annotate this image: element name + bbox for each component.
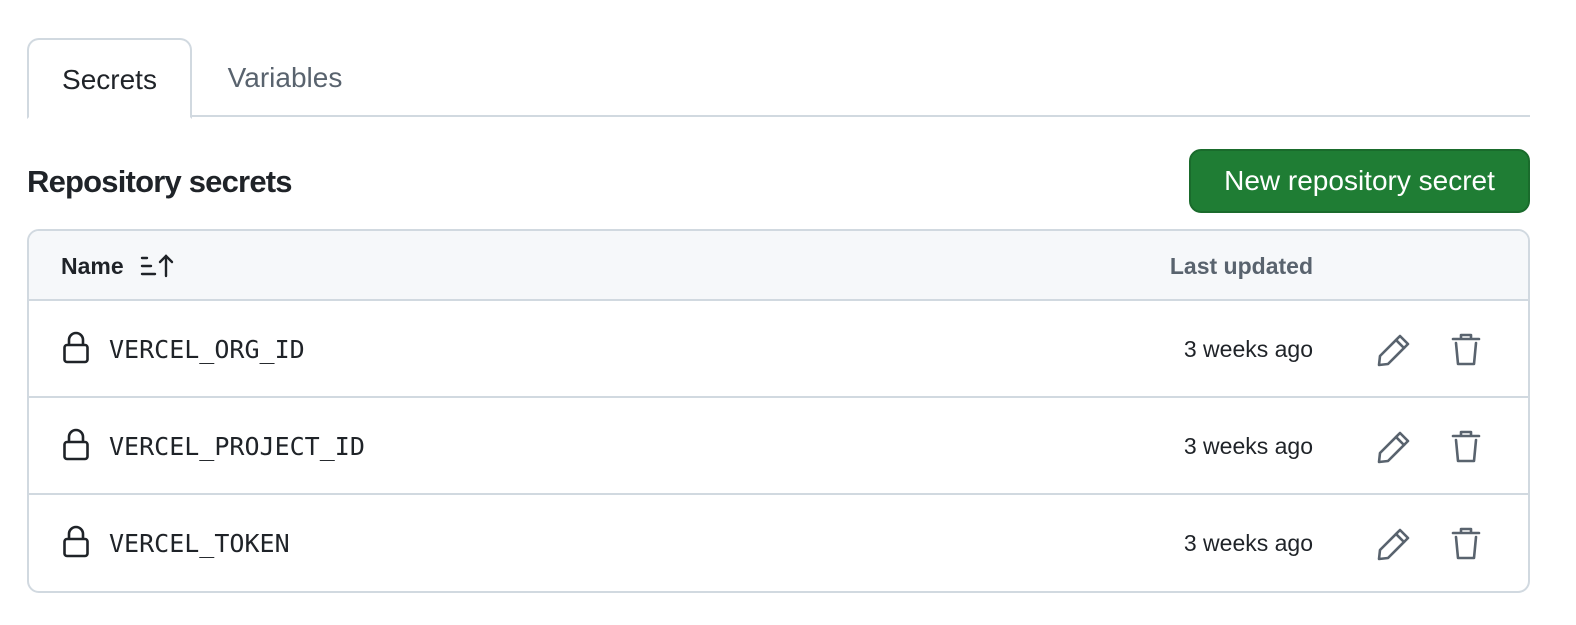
pencil-icon [1377, 431, 1410, 464]
tab-secrets[interactable]: Secrets [27, 38, 192, 119]
trash-icon [1451, 527, 1481, 560]
last-updated-value: 3 weeks ago [1183, 530, 1313, 556]
sort-ascending-icon[interactable] [139, 253, 175, 279]
delete-secret-button[interactable] [1447, 428, 1485, 466]
edit-secret-button[interactable] [1375, 331, 1413, 369]
column-header-last-updated: Last updated [1169, 253, 1313, 279]
secret-name: VERCEL_PROJECT_ID [109, 432, 365, 461]
lock-icon [62, 428, 90, 462]
delete-secret-button[interactable] [1447, 331, 1485, 369]
secret-name: VERCEL_ORG_ID [109, 335, 305, 364]
section-title: Repository secrets [27, 164, 293, 199]
lock-icon [62, 525, 90, 559]
table-row: VERCEL_ORG_ID 3 weeks ago [29, 301, 1528, 398]
edit-secret-button[interactable] [1375, 428, 1413, 466]
pencil-icon [1377, 528, 1410, 561]
pencil-icon [1377, 334, 1410, 367]
table-row: VERCEL_TOKEN 3 weeks ago [29, 495, 1528, 591]
tab-variables[interactable]: Variables [192, 38, 378, 117]
secrets-table: Name Last updated VERCEL_ORG_ID 3 weeks … [27, 229, 1530, 593]
trash-icon [1451, 333, 1481, 366]
table-header: Name Last updated [29, 231, 1528, 301]
table-row: VERCEL_PROJECT_ID 3 weeks ago [29, 398, 1528, 495]
last-updated-value: 3 weeks ago [1183, 336, 1313, 362]
column-header-name[interactable]: Name [61, 231, 124, 301]
last-updated-value: 3 weeks ago [1183, 433, 1313, 459]
trash-icon [1451, 430, 1481, 463]
delete-secret-button[interactable] [1447, 525, 1485, 563]
secret-name: VERCEL_TOKEN [109, 529, 290, 558]
new-repository-secret-button[interactable]: New repository secret [1189, 149, 1530, 213]
edit-secret-button[interactable] [1375, 525, 1413, 563]
tab-bar: Secrets Variables [27, 38, 1530, 119]
lock-icon [62, 331, 90, 365]
